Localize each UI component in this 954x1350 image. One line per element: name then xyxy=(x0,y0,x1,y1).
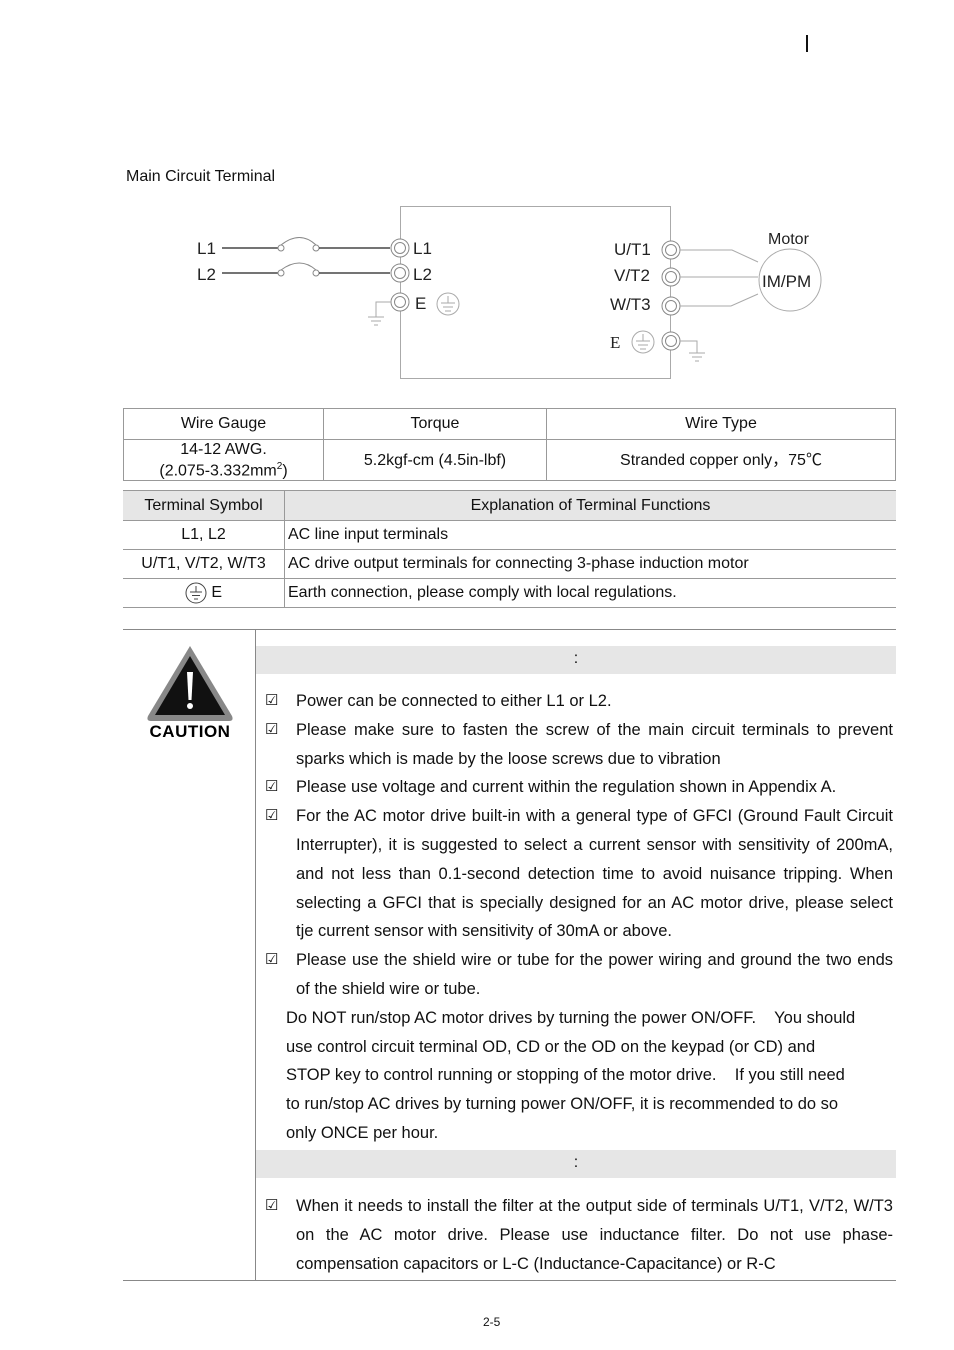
motor-label: Motor xyxy=(768,231,810,248)
header-torque: Torque xyxy=(323,408,547,440)
caution-content: : ☑ Power can be connected to either L1 o… xyxy=(256,630,896,1280)
header-wire-type: Wire Type xyxy=(546,408,896,440)
terminal-label-e-output: E xyxy=(610,333,620,352)
wire-spec-table: Wire Gauge Torque Wire Type 14-12 AWG. (… xyxy=(123,408,896,481)
terminal-label-wt3: W/T3 xyxy=(610,295,651,314)
terminal-vt2 xyxy=(661,267,681,287)
power-cycling-note: Do NOT run/stop AC motor drives by turni… xyxy=(286,1008,856,1142)
drive-outline xyxy=(400,206,671,379)
list-item: ☑ Please use voltage and current within t… xyxy=(256,773,896,802)
checkbox-icon: ☑ xyxy=(265,778,279,796)
wiring-diagram: L1 L2 L1 L2 E U/T1 V/T2 W/T3 E Motor IM/… xyxy=(197,206,822,379)
table-row: U/T1, V/T2, W/T3 AC drive output termina… xyxy=(123,549,896,579)
list-item: ☑ When it needs to install the filter at … xyxy=(256,1192,896,1278)
section-bar: : xyxy=(256,646,896,674)
caution-label: CAUTION xyxy=(150,722,231,738)
motor-type: IM/PM xyxy=(762,272,811,291)
earth-ground-icon xyxy=(436,292,460,316)
caution-box: CAUTION : ☑ Power can be connected to eit… xyxy=(123,629,896,1281)
wire-type-value: Stranded copper only，75℃ xyxy=(546,439,896,481)
input-label-l2: L2 xyxy=(197,265,216,284)
terminal-e-input xyxy=(390,292,410,312)
table-row: L1, L2 AC line input terminals xyxy=(123,520,896,550)
input-label-l1: L1 xyxy=(197,239,216,258)
terminal-l1 xyxy=(390,238,410,258)
terminal-label-l2: L2 xyxy=(413,265,432,284)
section-title: Main Circuit Terminal xyxy=(126,168,276,185)
caution-list: ☑ Power can be connected to either L1 or … xyxy=(256,687,896,1148)
header-explanation: Explanation of Terminal Functions xyxy=(284,490,896,521)
list-item: ☑ For the AC motor drive built-in with a … xyxy=(256,802,896,946)
earth-ground-icon xyxy=(631,330,655,354)
terminal-label-vt2: V/T2 xyxy=(614,266,650,285)
terminal-l2 xyxy=(390,263,410,283)
checkbox-icon: ☑ xyxy=(265,1197,279,1214)
header-mark xyxy=(806,35,808,52)
terminal-label-e: E xyxy=(415,294,426,313)
checkbox-icon: ☑ xyxy=(265,951,279,969)
caution-icon-column: CAUTION xyxy=(123,630,256,1280)
checkbox-icon: ☑ xyxy=(265,807,279,825)
torque-value: 5.2kgf-cm (4.5in-lbf) xyxy=(323,439,547,481)
checkbox-icon: ☑ xyxy=(265,720,279,738)
ground-symbol-icon xyxy=(368,301,391,326)
terminal-wt3 xyxy=(661,296,681,316)
list-item: ☑ Please make sure to fasten the screw of… xyxy=(256,716,896,774)
terminal-function-table: Terminal Symbol Explanation of Terminal … xyxy=(123,490,896,608)
header-wire-gauge: Wire Gauge xyxy=(123,408,324,440)
table-row: E Earth connection, please comply with l… xyxy=(123,578,896,608)
terminal-label-ut1: U/T1 xyxy=(614,240,651,259)
earth-ground-icon xyxy=(185,582,207,604)
checkbox-icon: ☑ xyxy=(265,692,279,709)
page-number: 2-5 xyxy=(483,1315,501,1329)
caution-warning-icon: CAUTION xyxy=(147,646,233,738)
caution-list: ☑ When it needs to install the filter at … xyxy=(256,1192,896,1278)
terminal-e-output xyxy=(661,331,681,351)
section-bar: : xyxy=(256,1150,896,1178)
header-terminal-symbol: Terminal Symbol xyxy=(123,490,285,521)
terminal-ut1 xyxy=(661,240,681,260)
wire-gauge-value: 14-12 AWG. (2.075-3.332mm2) xyxy=(123,439,324,481)
ground-symbol-icon xyxy=(680,340,705,362)
terminal-label-l1: L1 xyxy=(413,239,432,258)
list-item: ☑ Power can be connected to either L1 or … xyxy=(256,687,896,716)
list-item: ☑ Please use the shield wire or tube for … xyxy=(256,946,896,1004)
